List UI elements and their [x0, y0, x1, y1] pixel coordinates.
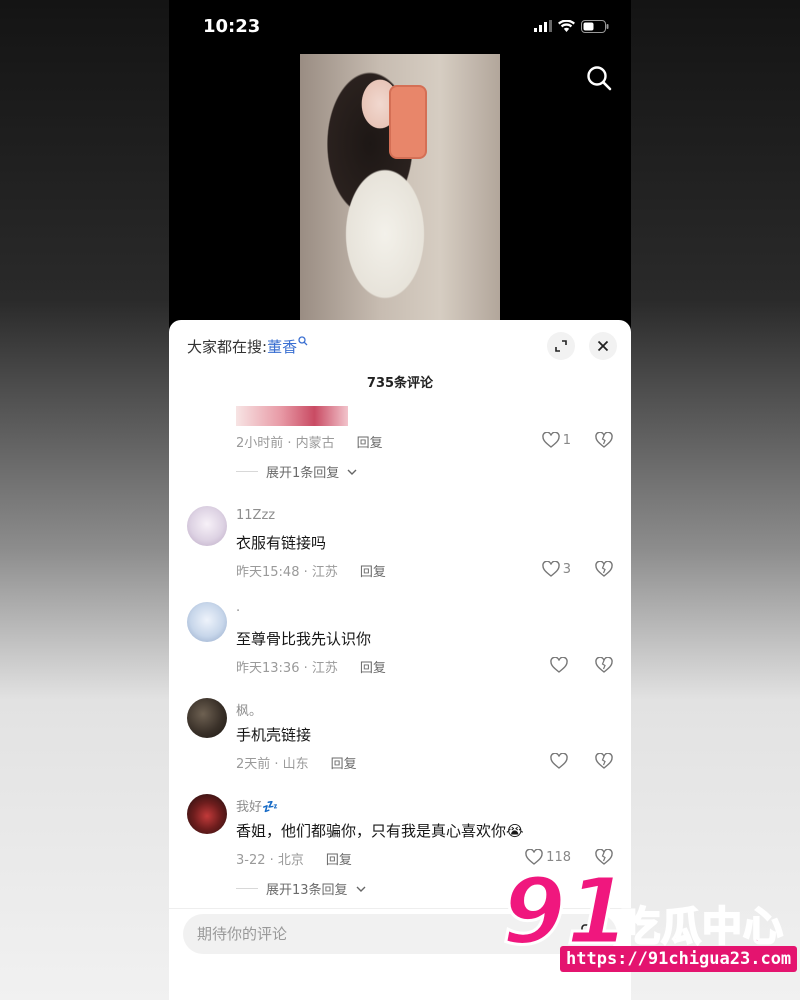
reply-button[interactable]: 回复: [357, 432, 383, 451]
heart-icon: [542, 561, 560, 577]
video-thumbnail[interactable]: [300, 54, 500, 322]
heart-icon: [542, 432, 560, 448]
avatar[interactable]: [187, 602, 227, 642]
comment-username[interactable]: 我好💤: [236, 796, 278, 815]
expand-sheet-button[interactable]: [547, 332, 575, 360]
like-button[interactable]: [550, 657, 571, 673]
close-button[interactable]: [589, 332, 617, 360]
broken-heart-icon[interactable]: [595, 561, 613, 577]
trending-prefix: 大家都在搜:: [187, 337, 268, 356]
chevron-down-icon: [356, 886, 366, 892]
status-bar: 10:23: [169, 0, 631, 52]
header-buttons: [547, 332, 617, 360]
comment-time: 昨天13:36 · 江苏: [236, 661, 338, 676]
comment-username[interactable]: 枫。: [236, 700, 262, 719]
expand-line: [236, 471, 258, 472]
expand-line: [236, 888, 258, 889]
watermark-url: https://91chigua23.com: [560, 946, 798, 972]
battery-icon: [581, 19, 609, 33]
wifi-icon: [558, 20, 575, 32]
sheet-header: 大家都在搜:董香: [169, 320, 631, 372]
comment-image[interactable]: [236, 406, 348, 426]
expand-label: 展开13条回复: [266, 883, 348, 898]
video-area[interactable]: [169, 52, 631, 322]
comment-meta: 昨天15:48 · 江苏 回复: [236, 561, 386, 580]
like-count: 1: [562, 432, 571, 448]
broken-heart-icon[interactable]: [595, 657, 613, 673]
chevron-down-icon: [347, 469, 357, 475]
trending-term[interactable]: 董香: [267, 338, 297, 356]
like-button[interactable]: 1: [542, 432, 571, 448]
avatar[interactable]: [187, 698, 227, 738]
broken-heart-icon[interactable]: [595, 432, 613, 448]
like-count: 3: [562, 561, 571, 577]
fullscreen-icon: [555, 340, 567, 352]
close-icon: [597, 340, 609, 352]
avatar[interactable]: [187, 794, 227, 834]
watermark-logo-number: 91: [500, 858, 631, 965]
phone-case-image: [389, 85, 427, 159]
reply-button[interactable]: 回复: [360, 657, 386, 676]
reply-button[interactable]: 回复: [326, 849, 352, 868]
comment-time: 昨天15:48 · 江苏: [236, 565, 338, 580]
comment-meta: 3-22 · 北京 回复: [236, 849, 352, 868]
watermark: 91 吃瓜中心 https://91chigua23.com: [500, 858, 800, 978]
comment-username[interactable]: ·: [236, 604, 240, 619]
username-text: 我好: [236, 800, 263, 815]
small-search-icon: [298, 335, 308, 345]
reply-button[interactable]: 回复: [331, 753, 357, 772]
like-button[interactable]: 3: [542, 561, 571, 577]
heart-icon: [550, 753, 568, 769]
search-icon[interactable]: [585, 64, 613, 92]
phone-screen: 10:23 大家都在搜:董香 735条评论 2小时前 · 内蒙古 回复 1 展开…: [169, 0, 631, 1000]
comment-time: 2小时前 · 内蒙古: [236, 436, 335, 451]
comment-meta: 2天前 · 山东 回复: [236, 753, 357, 772]
comment-text: 香姐，他们都骗你，只有我是真心喜欢你😭: [236, 822, 524, 840]
watermark-logo-text: 吃瓜中心: [619, 903, 784, 951]
broken-heart-icon[interactable]: [595, 753, 613, 769]
comment-meta: 昨天13:36 · 江苏 回复: [236, 657, 386, 676]
comment-text: 至尊骨比我先认识你: [236, 630, 372, 648]
expand-replies[interactable]: 展开13条回复: [236, 879, 366, 898]
status-time: 10:23: [203, 15, 261, 37]
comment-time: 3-22 · 北京: [236, 853, 304, 868]
sleep-emoji: 💤: [262, 800, 279, 815]
avatar[interactable]: [187, 506, 227, 546]
comment-meta: 2小时前 · 内蒙古 回复: [236, 432, 383, 451]
trending-search[interactable]: 大家都在搜:董香: [187, 335, 308, 357]
signal-icon: [534, 20, 552, 32]
comment-username[interactable]: 11Zzz: [236, 508, 275, 523]
like-button[interactable]: [550, 753, 571, 769]
heart-icon: [550, 657, 568, 673]
comment-text: 手机壳链接: [236, 726, 312, 744]
expand-replies[interactable]: 展开1条回复: [236, 462, 357, 481]
status-icons: [534, 19, 609, 33]
comment-time: 2天前 · 山东: [236, 757, 309, 772]
reply-button[interactable]: 回复: [360, 561, 386, 580]
expand-label: 展开1条回复: [266, 466, 340, 481]
comment-count: 735条评论: [366, 376, 434, 391]
comment-text: 衣服有链接吗: [236, 534, 327, 552]
